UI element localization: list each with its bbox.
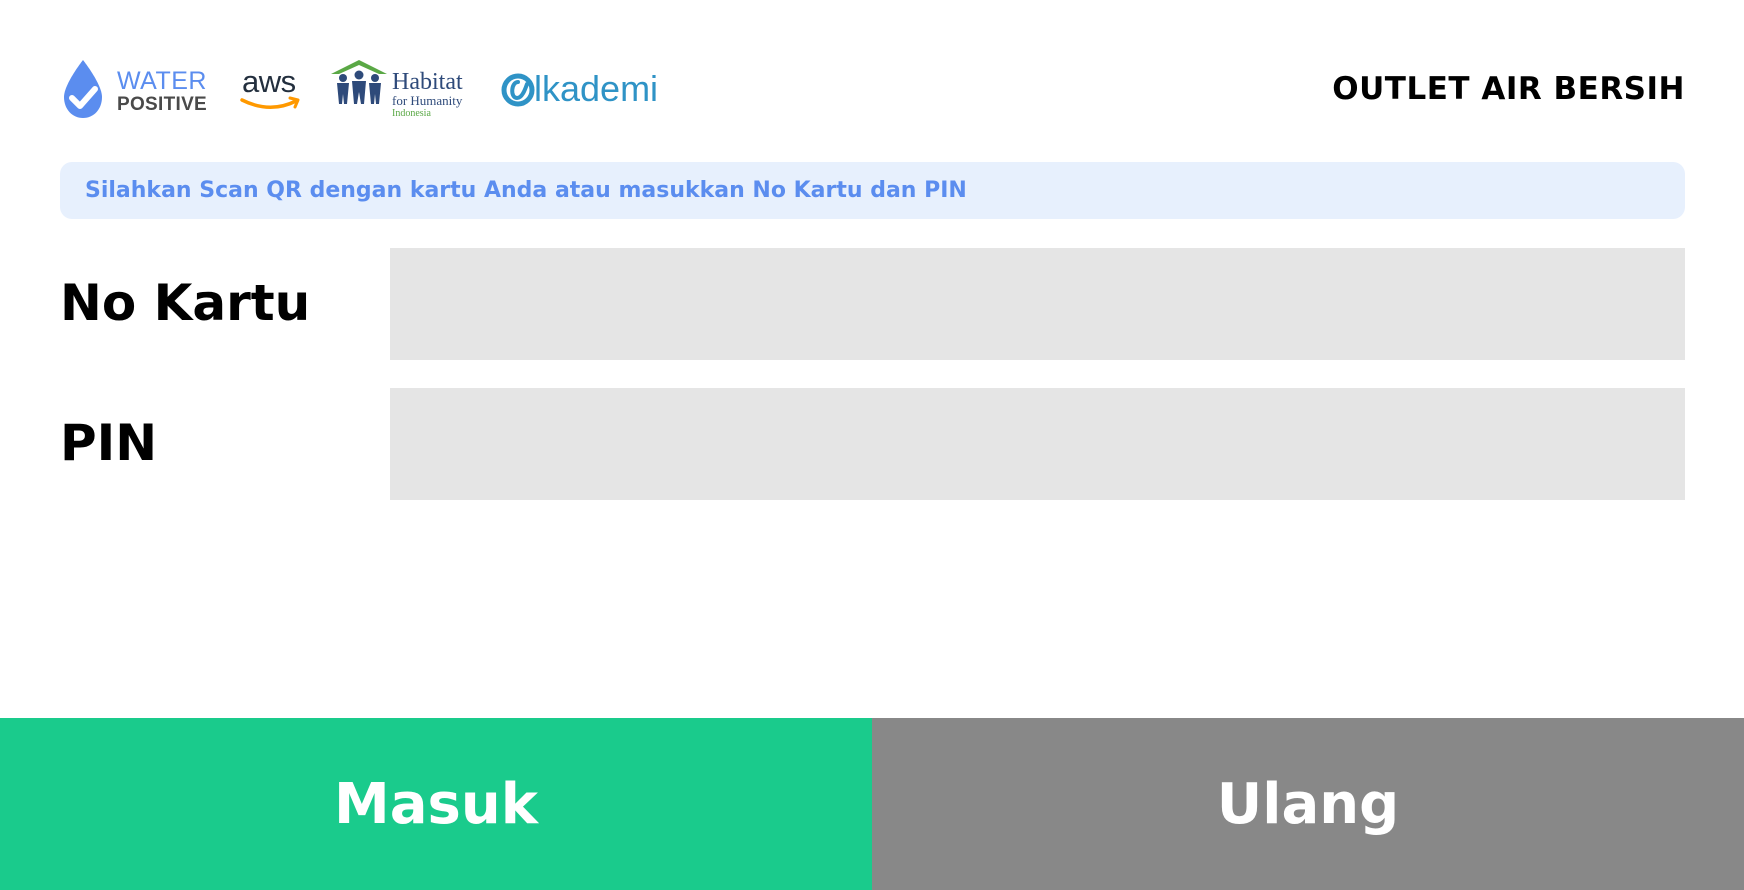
aws-logo-text: aws (242, 64, 296, 99)
alkademi-logo: lkademi (501, 70, 681, 112)
amazon-smile-icon (240, 96, 300, 109)
pin-input[interactable] (390, 388, 1685, 500)
water-drop-check-icon (64, 60, 102, 118)
submit-button[interactable]: Masuk (0, 718, 872, 890)
alkademi-a-icon (501, 73, 535, 107)
page-title: OUTLET AIR BERSIH (1332, 71, 1685, 107)
aws-logo: aws (240, 66, 304, 116)
habitat-line2: for Humanity (392, 93, 463, 108)
habitat-line3: Indonesia (392, 108, 431, 119)
habitat-line1: Habitat (392, 69, 463, 95)
instruction-text: Silahkan Scan QR dengan kartu Anda atau … (85, 178, 967, 203)
instruction-banner: Silahkan Scan QR dengan kartu Anda atau … (60, 162, 1685, 219)
water-positive-logo: WATER POSITIVE (60, 58, 210, 120)
reset-button[interactable]: Ulang (872, 718, 1744, 890)
habitat-logo: Habitat for Humanity Indonesia (329, 58, 479, 120)
habitat-house-people-icon (331, 60, 387, 104)
water-positive-line2: POSITIVE (117, 94, 208, 115)
pin-label: PIN (60, 414, 158, 472)
header: WATER POSITIVE aws Habitat for Humanity (60, 56, 1685, 122)
card-number-input[interactable] (390, 248, 1685, 360)
card-number-label: No Kartu (60, 274, 311, 332)
water-positive-line1: WATER (117, 67, 207, 95)
login-screen: WATER POSITIVE aws Habitat for Humanity (0, 0, 1744, 890)
alkademi-logo-text: lkademi (534, 68, 659, 109)
